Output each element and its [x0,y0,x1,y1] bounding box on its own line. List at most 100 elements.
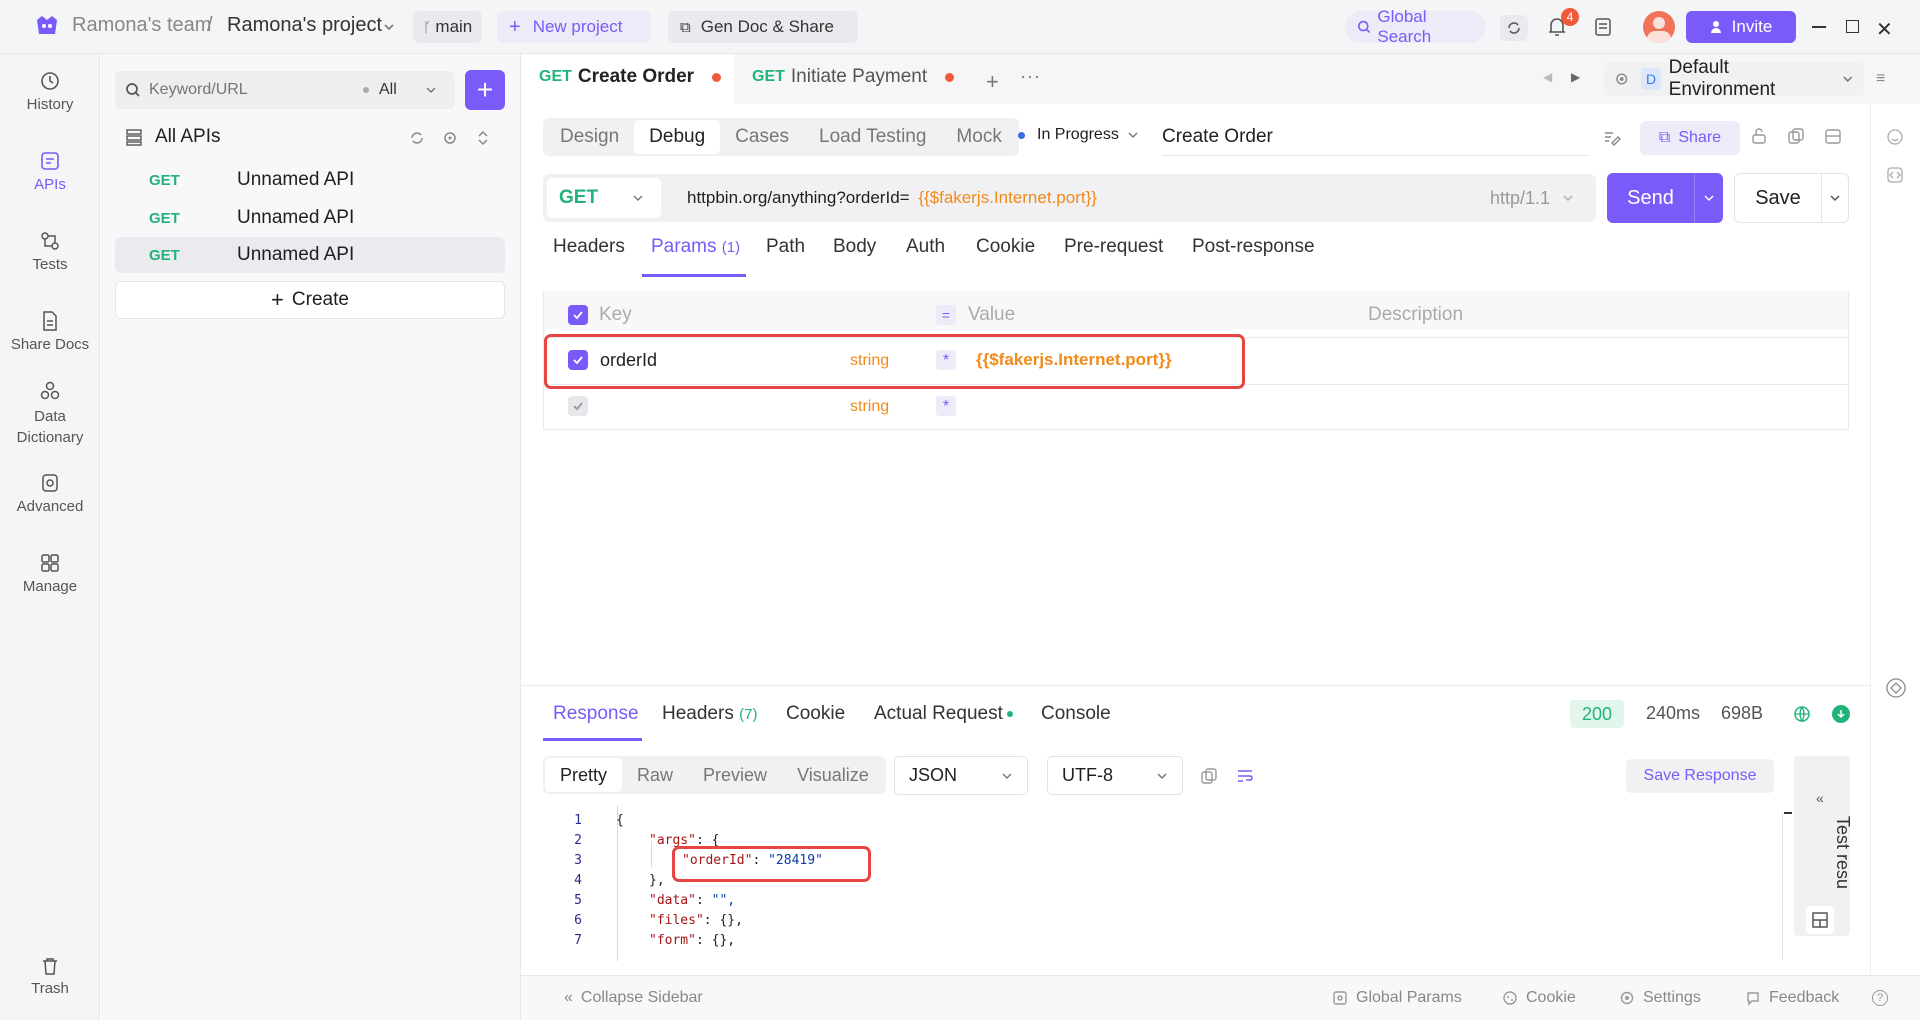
expand-collapse-icon[interactable] [475,130,491,146]
minimize-icon[interactable] [1812,26,1826,28]
refresh-icon[interactable] [409,130,425,146]
tab-response-headers[interactable]: Headers (7) [662,703,757,725]
tab-path[interactable]: Path [766,236,805,258]
rail-item-manage[interactable]: Manage [0,552,100,595]
download-icon[interactable] [1832,705,1850,723]
feedback-button[interactable]: Feedback [1745,989,1839,1007]
save-response-button[interactable]: Save Response [1626,759,1774,793]
tab-mock[interactable]: Mock [941,120,1016,154]
tab-load-testing[interactable]: Load Testing [804,120,941,154]
url-input[interactable]: httpbin.org/anything?orderId= {{$fakerjs… [687,188,1490,208]
protocol-select[interactable]: http/1.1 [1490,188,1574,209]
select-all-checkbox[interactable] [568,305,588,325]
collapse-left-icon[interactable]: « [1816,790,1824,806]
tab-console[interactable]: Console [1041,703,1111,725]
wrap-lines-icon[interactable] [1236,767,1254,785]
copy-icon[interactable] [1200,767,1218,785]
required-toggle[interactable]: * [936,396,956,416]
branch-selector[interactable]: ᚴ main [413,11,483,43]
tab-actual-request[interactable]: Actual Request [874,703,1013,725]
rail-item-history[interactable]: History [0,70,100,113]
sync-icon[interactable] [1500,15,1528,41]
tab-cookie[interactable]: Cookie [976,236,1035,258]
smile-icon[interactable] [1886,128,1904,146]
avatar[interactable] [1643,11,1675,43]
help-icon[interactable]: ? [1872,990,1888,1006]
copy-icon[interactable] [1787,127,1805,145]
project-name[interactable]: Ramona's project [227,14,382,37]
chevron-down-icon[interactable] [382,20,396,34]
new-project-button[interactable]: + New project [497,11,651,43]
sidebar-search[interactable]: All [115,71,455,109]
tab-design[interactable]: Design [545,120,634,154]
menu-icon[interactable]: ≡ [1876,70,1885,88]
send-button[interactable]: Send [1607,173,1723,223]
tab-debug[interactable]: Debug [634,120,721,154]
cookie-button[interactable]: Cookie [1502,989,1576,1007]
tab-pretty[interactable]: Pretty [545,758,623,792]
tab-response[interactable]: Response [553,703,639,725]
scroll-right-icon[interactable]: ▶ [1571,70,1580,84]
tab-raw[interactable]: Raw [622,758,688,792]
close-icon[interactable]: ✕ [1876,17,1893,42]
scroll-left-icon[interactable]: ◀ [1543,70,1552,84]
locate-icon[interactable] [442,130,458,146]
sidebar-api-item[interactable]: GET Unnamed API [115,162,505,198]
rail-item-advanced[interactable]: Advanced [0,472,100,515]
scrollbar-marker[interactable] [1784,812,1792,814]
rail-item-apis[interactable]: APIs [0,150,100,193]
add-tab-icon[interactable]: + [986,69,999,95]
bulk-edit-icon[interactable]: = [936,305,956,325]
archive-icon[interactable] [1824,127,1842,145]
tab-response-cookie[interactable]: Cookie [786,703,845,725]
api-name-field[interactable]: Create Order [1162,122,1588,156]
invite-button[interactable]: Invite [1686,11,1796,43]
search-input[interactable] [149,81,349,99]
tab-params[interactable]: Params (1) [651,236,740,258]
create-api-button[interactable]: + Create [115,281,505,319]
add-api-button[interactable]: + [465,70,505,110]
lock-icon[interactable] [1750,127,1768,145]
tab-create-order[interactable]: GET Create Order [539,66,722,88]
tab-pre-request[interactable]: Pre-request [1064,236,1163,258]
globe-icon[interactable] [1793,705,1811,723]
filter-select[interactable]: All [379,81,397,99]
gen-doc-share-button[interactable]: ⧉ Gen Doc & Share [668,11,858,43]
rail-item-trash[interactable]: Trash [0,956,100,997]
ai-assistant-icon[interactable] [1884,676,1908,700]
tab-preview[interactable]: Preview [688,758,782,792]
sidebar-api-item[interactable]: GET Unnamed API [115,200,505,236]
settings-button[interactable]: Settings [1619,989,1701,1007]
document-icon[interactable] [1594,17,1612,37]
tab-body[interactable]: Body [833,236,876,258]
tab-initiate-payment[interactable]: GET Initiate Payment [752,66,955,88]
environment-selector[interactable]: D Default Environment [1604,57,1864,100]
save-button[interactable]: Save [1734,173,1849,223]
param-type[interactable]: string [850,398,889,416]
tab-cases[interactable]: Cases [720,120,804,154]
tab-visualize[interactable]: Visualize [782,758,884,792]
method-select[interactable]: GET [547,178,661,218]
format-select[interactable]: JSON [894,756,1028,795]
tab-headers[interactable]: Headers [553,236,625,258]
encoding-select[interactable]: UTF-8 [1047,756,1183,795]
collapse-sidebar-button[interactable]: « Collapse Sidebar [564,989,703,1007]
rail-item-tests[interactable]: Tests [0,230,100,273]
global-search-button[interactable]: Global Search [1345,7,1486,46]
param-checkbox[interactable] [568,396,588,416]
chevron-down-icon[interactable] [1695,192,1723,204]
layout-icon[interactable] [1806,906,1834,934]
more-tabs-icon[interactable]: ··· [1020,66,1041,87]
tab-auth[interactable]: Auth [906,236,945,258]
sidebar-api-item-selected[interactable]: GET Unnamed API [115,237,505,273]
chevron-down-icon[interactable] [1822,192,1848,204]
all-apis-header[interactable]: All APIs [125,126,220,148]
tab-post-response[interactable]: Post-response [1192,236,1315,258]
team-name[interactable]: Ramona's team [72,14,211,37]
chevron-down-icon[interactable] [425,84,437,96]
share-button[interactable]: ⧉ Share [1640,121,1740,155]
edit-icon[interactable] [1603,128,1621,146]
rail-item-share-docs[interactable]: Share Docs [0,310,100,353]
status-selector[interactable]: In Progress [1018,126,1139,144]
rail-item-data-dictionary[interactable]: Data Dictionary [0,380,100,448]
